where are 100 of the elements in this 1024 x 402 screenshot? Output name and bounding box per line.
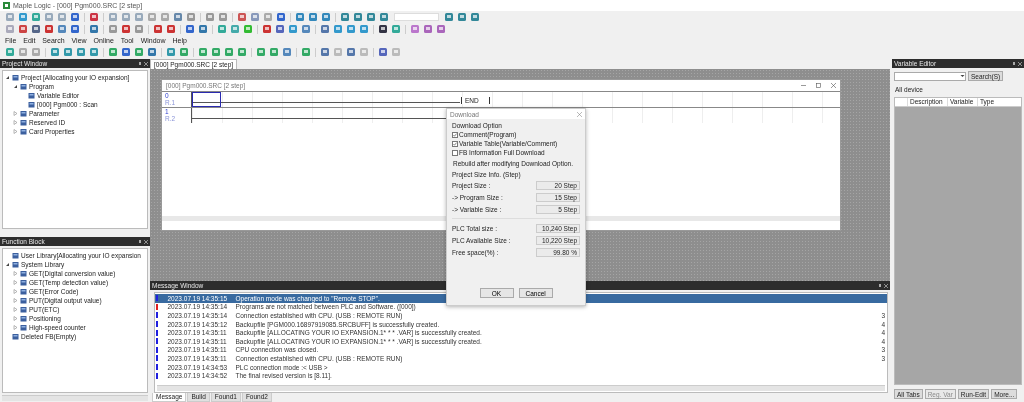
horizontal-scrollbar[interactable] [157,385,885,391]
tile-icon[interactable] [89,47,99,57]
tile-icon[interactable] [50,47,60,57]
tile-icon[interactable] [320,24,330,34]
tile-icon[interactable] [70,12,80,22]
tile-icon[interactable] [18,24,28,34]
tile-icon[interactable] [205,12,215,22]
expanded-caret-icon[interactable] [13,84,18,89]
minimize-icon[interactable] [801,83,806,88]
tile-icon[interactable] [340,12,350,22]
tile-icon[interactable] [333,24,343,34]
tile-icon[interactable] [282,47,292,57]
tile-icon[interactable] [423,24,433,34]
pin-icon[interactable] [138,61,142,66]
expanded-caret-icon[interactable] [5,75,10,80]
tile-icon[interactable] [121,12,131,22]
tile-icon[interactable] [378,24,388,34]
tile-icon[interactable] [295,12,305,22]
tile-icon[interactable] [470,12,480,22]
tile-icon[interactable] [410,24,420,34]
tile-icon[interactable] [269,47,279,57]
pin-icon[interactable] [1012,61,1016,66]
tile-icon[interactable] [70,24,80,34]
tile-icon[interactable] [237,12,247,22]
tile-icon[interactable] [89,24,99,34]
tile-icon[interactable] [321,12,331,22]
tile-icon[interactable] [57,24,67,34]
tile-icon[interactable] [346,47,356,57]
tile-icon[interactable] [359,47,369,57]
close-icon[interactable] [577,111,582,117]
tile-icon[interactable] [5,47,15,57]
collapsed-caret-icon[interactable] [13,289,18,294]
tile-icon[interactable] [217,24,227,34]
tile-icon[interactable] [147,47,157,57]
tile-icon[interactable] [320,47,330,57]
tile-icon[interactable] [333,47,343,57]
close-icon[interactable] [1018,61,1022,66]
tile-icon[interactable] [147,12,157,22]
tile-icon[interactable] [211,47,221,57]
horizontal-scrollbar[interactable] [2,395,148,401]
tile-icon[interactable] [250,12,260,22]
tile-icon[interactable] [173,12,183,22]
tile-icon[interactable] [436,24,446,34]
tile-icon[interactable] [108,24,118,34]
tile-icon[interactable] [44,24,54,34]
device-dropdown[interactable] [894,71,966,81]
tile-icon[interactable] [366,12,376,22]
tile-icon[interactable] [346,24,356,34]
tile-icon[interactable] [301,24,311,34]
collapsed-caret-icon[interactable] [13,111,18,116]
collapsed-caret-icon[interactable] [13,307,18,312]
tile-icon[interactable] [186,12,196,22]
tile-icon[interactable] [359,24,369,34]
tile-icon[interactable] [5,24,15,34]
tile-icon[interactable] [198,24,208,34]
tile-icon[interactable] [63,47,73,57]
tile-icon[interactable] [308,12,318,22]
tile-icon[interactable] [378,47,388,57]
tile-icon[interactable] [179,47,189,57]
tile-icon[interactable] [256,47,266,57]
tile-icon[interactable] [134,24,144,34]
tile-icon[interactable] [243,24,253,34]
maximize-icon[interactable] [816,83,821,88]
pin-icon[interactable] [878,283,882,288]
tile-icon[interactable] [353,12,363,22]
tile-icon[interactable] [166,47,176,57]
tile-icon[interactable] [31,24,41,34]
collapsed-caret-icon[interactable] [13,325,18,330]
expanded-caret-icon[interactable] [5,262,10,267]
tile-icon[interactable] [44,12,54,22]
tile-icon[interactable] [18,12,28,22]
tile-icon[interactable] [160,12,170,22]
collapsed-caret-icon[interactable] [13,120,18,125]
tile-icon[interactable] [444,12,454,22]
tile-icon[interactable] [379,12,389,22]
tile-icon[interactable] [237,47,247,57]
tile-icon[interactable] [31,47,41,57]
checkbox[interactable] [452,149,458,156]
close-icon[interactable] [831,83,836,88]
tile-icon[interactable] [391,24,401,34]
tile-icon[interactable] [218,12,228,22]
collapsed-caret-icon[interactable] [13,129,18,134]
tile-icon[interactable] [198,47,208,57]
collapsed-caret-icon[interactable] [13,316,18,321]
tile-icon[interactable] [76,47,86,57]
tile-icon[interactable] [89,12,99,22]
tile-icon[interactable] [457,12,467,22]
tile-icon[interactable] [57,12,67,22]
tile-icon[interactable] [391,47,401,57]
tile-icon[interactable] [262,24,272,34]
tile-icon[interactable] [288,24,298,34]
tile-icon[interactable] [121,24,131,34]
tile-icon[interactable] [276,12,286,22]
close-icon[interactable] [884,283,888,288]
tile-icon[interactable] [263,12,273,22]
collapsed-caret-icon[interactable] [13,271,18,276]
tile-icon[interactable] [134,47,144,57]
tile-icon[interactable] [166,24,176,34]
close-icon[interactable] [144,61,148,66]
tile-icon[interactable] [224,47,234,57]
